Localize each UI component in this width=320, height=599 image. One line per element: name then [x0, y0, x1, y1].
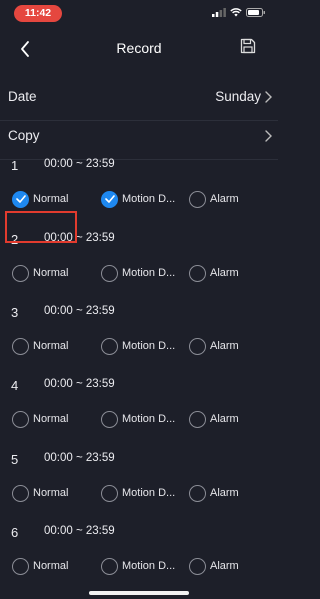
checkbox-empty-icon[interactable]	[12, 557, 29, 575]
alarm-option-label: Alarm	[210, 413, 239, 425]
copy-row[interactable]: Copy	[0, 115, 278, 160]
status-time: 11:42	[14, 5, 62, 22]
copy-label: Copy	[8, 128, 40, 143]
alarm-option[interactable]: Alarm	[189, 481, 239, 505]
alarm-option-label: Alarm	[210, 267, 239, 279]
motion-detection-option[interactable]: Motion D...	[101, 187, 175, 211]
motion-detection-option-label: Motion D...	[122, 487, 176, 499]
slot-index: 3	[11, 305, 19, 320]
nav-header: Record	[0, 28, 278, 70]
checkbox-empty-icon[interactable]	[101, 337, 118, 355]
alarm-option-label: Alarm	[210, 340, 239, 352]
alarm-option-label: Alarm	[210, 560, 239, 572]
alarm-option[interactable]: Alarm	[189, 261, 239, 285]
motion-detection-option[interactable]: Motion D...	[101, 481, 175, 505]
checkbox-empty-icon[interactable]	[12, 484, 29, 502]
normal-option-label: Normal	[33, 560, 69, 572]
motion-detection-option-label: Motion D...	[122, 193, 176, 205]
alarm-option-label: Alarm	[210, 193, 239, 205]
checkbox-empty-icon[interactable]	[12, 337, 29, 355]
time-slot: 5 00:00 ~ 23:59 Normal Motion D... Alarm	[0, 452, 278, 526]
slot-time-range[interactable]: 00:00 ~ 23:59	[44, 452, 115, 464]
time-slot: 2 00:00 ~ 23:59 Normal Motion D... Alarm	[0, 232, 278, 306]
normal-option[interactable]: Normal	[12, 261, 68, 285]
motion-detection-option[interactable]: Motion D...	[101, 554, 175, 578]
slot-time-range[interactable]: 00:00 ~ 23:59	[44, 525, 115, 537]
chevron-right-icon	[265, 91, 272, 103]
slot-time-range[interactable]: 00:00 ~ 23:59	[44, 378, 115, 390]
check-icon	[104, 195, 115, 203]
checkbox-empty-icon[interactable]	[101, 264, 118, 282]
alarm-option-label: Alarm	[210, 487, 239, 499]
normal-option-label: Normal	[33, 193, 69, 205]
home-indicator	[89, 591, 189, 595]
normal-option-label: Normal	[33, 267, 69, 279]
normal-option[interactable]: Normal	[12, 481, 68, 505]
slot-index: 4	[11, 378, 19, 393]
motion-detection-option[interactable]: Motion D...	[101, 407, 175, 431]
time-slot: 4 00:00 ~ 23:59 Normal Motion D... Alarm	[0, 378, 278, 452]
checkbox-empty-icon[interactable]	[189, 484, 206, 502]
signal-icon	[212, 8, 226, 17]
checkbox-checked-icon[interactable]	[101, 190, 118, 208]
save-button[interactable]	[240, 38, 262, 62]
checkbox-checked-icon[interactable]	[12, 190, 29, 208]
checkbox-empty-icon[interactable]	[101, 410, 118, 428]
slot-time-range[interactable]: 00:00 ~ 23:59	[44, 305, 115, 317]
chevron-right-icon	[265, 130, 272, 142]
alarm-option[interactable]: Alarm	[189, 407, 239, 431]
slot-index: 1	[11, 158, 19, 173]
highlight-annotation	[5, 211, 77, 243]
alarm-option[interactable]: Alarm	[189, 187, 239, 211]
page-title: Record	[116, 40, 162, 56]
motion-detection-option-label: Motion D...	[122, 267, 176, 279]
time-slot: 6 00:00 ~ 23:59 Normal Motion D... Alarm	[0, 525, 278, 599]
normal-option[interactable]: Normal	[12, 554, 68, 578]
battery-icon	[246, 8, 265, 17]
status-bar: 11:42	[0, 0, 278, 24]
checkbox-empty-icon[interactable]	[101, 557, 118, 575]
normal-option-label: Normal	[33, 340, 69, 352]
checkbox-empty-icon[interactable]	[12, 264, 29, 282]
checkbox-empty-icon[interactable]	[101, 484, 118, 502]
motion-detection-option-label: Motion D...	[122, 413, 176, 425]
normal-option[interactable]: Normal	[12, 187, 68, 211]
normal-option[interactable]: Normal	[12, 334, 68, 358]
motion-detection-option-label: Motion D...	[122, 340, 176, 352]
alarm-option[interactable]: Alarm	[189, 554, 239, 578]
checkbox-empty-icon[interactable]	[189, 190, 206, 208]
alarm-option[interactable]: Alarm	[189, 334, 239, 358]
floppy-disk-icon	[240, 38, 256, 54]
normal-option-label: Normal	[33, 413, 69, 425]
date-value: Sunday	[215, 89, 261, 104]
motion-detection-option[interactable]: Motion D...	[101, 261, 175, 285]
time-slot: 3 00:00 ~ 23:59 Normal Motion D... Alarm	[0, 305, 278, 379]
checkbox-empty-icon[interactable]	[189, 264, 206, 282]
date-label: Date	[8, 89, 37, 104]
motion-detection-option-label: Motion D...	[122, 560, 176, 572]
slot-index: 6	[11, 525, 19, 540]
check-icon	[15, 195, 26, 203]
checkbox-empty-icon[interactable]	[189, 557, 206, 575]
normal-option-label: Normal	[33, 487, 69, 499]
slot-time-range[interactable]: 00:00 ~ 23:59	[44, 158, 115, 170]
checkbox-empty-icon[interactable]	[189, 410, 206, 428]
checkbox-empty-icon[interactable]	[189, 337, 206, 355]
wifi-icon	[230, 8, 242, 17]
slot-index: 5	[11, 452, 19, 467]
system-icons	[212, 8, 266, 17]
checkbox-empty-icon[interactable]	[12, 410, 29, 428]
normal-option[interactable]: Normal	[12, 407, 68, 431]
motion-detection-option[interactable]: Motion D...	[101, 334, 175, 358]
